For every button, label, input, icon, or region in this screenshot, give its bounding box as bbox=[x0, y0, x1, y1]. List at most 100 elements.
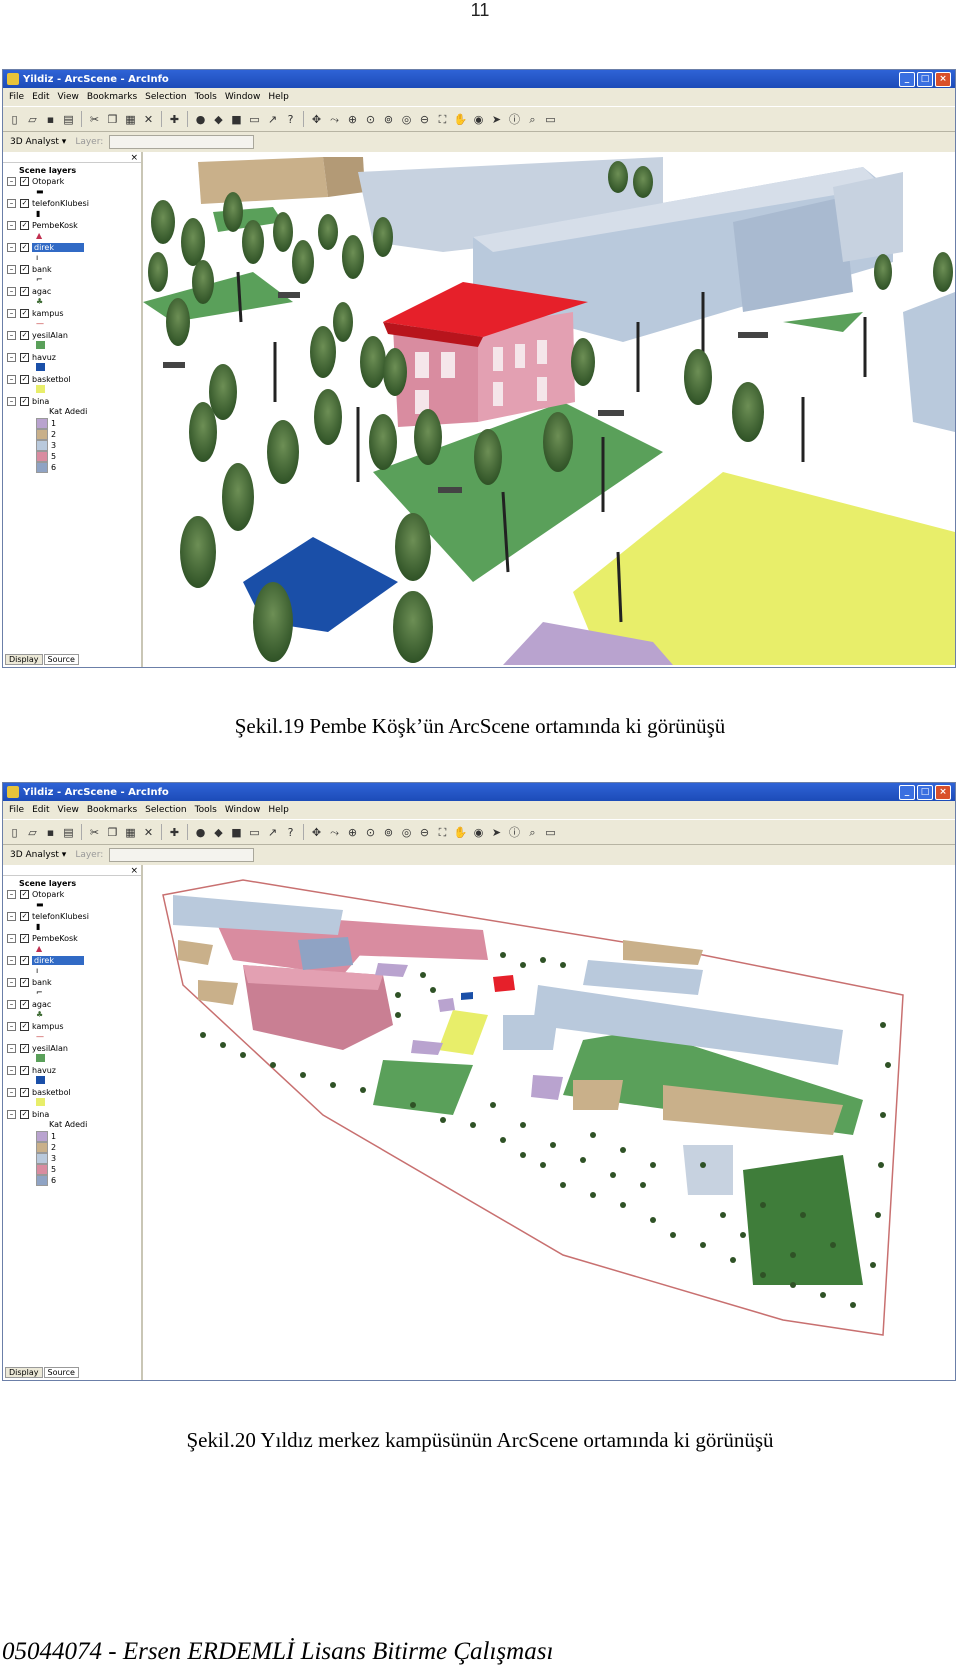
rectangle-icon[interactable]: ▭ bbox=[247, 825, 262, 840]
open-icon[interactable]: ▱ bbox=[25, 825, 40, 840]
layer-telefonklubesi[interactable]: – ✓ telefonKlubesi bbox=[3, 910, 141, 922]
print-icon[interactable]: ▤ bbox=[61, 112, 76, 127]
identify-icon[interactable]: ⓘ bbox=[507, 112, 522, 127]
delete-icon[interactable]: ✕ bbox=[141, 825, 156, 840]
tab-display[interactable]: Display bbox=[5, 654, 43, 665]
help-icon[interactable]: ? bbox=[283, 112, 298, 127]
close-button[interactable]: × bbox=[935, 71, 951, 87]
target-icon[interactable]: ⊙ bbox=[363, 112, 378, 127]
layer-otopark[interactable]: – ✓ Otopark bbox=[3, 888, 141, 900]
menu-view[interactable]: View bbox=[58, 92, 79, 102]
cut-icon[interactable]: ✂ bbox=[87, 112, 102, 127]
arrow-icon[interactable]: ↗ bbox=[265, 825, 280, 840]
globe-icon[interactable]: ● bbox=[193, 825, 208, 840]
add-data-icon[interactable]: ✚ bbox=[167, 825, 182, 840]
maximize-button[interactable]: □ bbox=[917, 71, 933, 87]
menu-bookmarks[interactable]: Bookmarks bbox=[87, 92, 137, 102]
tab-display[interactable]: Display bbox=[5, 1367, 43, 1378]
paste-icon[interactable]: ▦ bbox=[123, 825, 138, 840]
layer-agac[interactable]: – ✓ agac bbox=[3, 285, 141, 297]
open-icon[interactable]: ▱ bbox=[25, 112, 40, 127]
help-icon[interactable]: ? bbox=[283, 825, 298, 840]
3d-analyst-menu[interactable]: 3D Analyst ▾ bbox=[7, 849, 69, 861]
tab-source[interactable]: Source bbox=[43, 1367, 79, 1378]
comment-icon[interactable]: ▭ bbox=[543, 825, 558, 840]
layer-kampus[interactable]: – ✓ kampus bbox=[3, 1020, 141, 1032]
3d-analyst-menu[interactable]: 3D Analyst ▾ bbox=[7, 136, 69, 148]
new-icon[interactable]: ▯ bbox=[7, 112, 22, 127]
layer-direk[interactable]: – ✓ direk bbox=[3, 954, 141, 966]
copy-icon[interactable]: ❐ bbox=[105, 825, 120, 840]
layer-otopark[interactable]: – ✓ Otopark bbox=[3, 175, 141, 187]
toc-close-icon[interactable]: × bbox=[130, 153, 138, 163]
paste-icon[interactable]: ▦ bbox=[123, 112, 138, 127]
layer-icon[interactable]: ◆ bbox=[211, 825, 226, 840]
layer-telefonklubesi[interactable]: – ✓ telefonKlubesi bbox=[3, 197, 141, 209]
layer-pembekosk[interactable]: – ✓ PembeKosk bbox=[3, 219, 141, 231]
comment-icon[interactable]: ▭ bbox=[543, 112, 558, 127]
minimize-button[interactable]: _ bbox=[899, 71, 915, 87]
zoom-out-icon[interactable]: ⊖ bbox=[417, 825, 432, 840]
layer-direk[interactable]: – ✓ direk bbox=[3, 241, 141, 253]
layer-yesilalan[interactable]: – ✓ yesilAlan bbox=[3, 329, 141, 341]
navigate-icon[interactable]: ✥ bbox=[309, 825, 324, 840]
layer-bank[interactable]: – ✓ bank bbox=[3, 263, 141, 275]
cut-icon[interactable]: ✂ bbox=[87, 825, 102, 840]
layer-havuz[interactable]: – ✓ havuz bbox=[3, 351, 141, 363]
target-icon[interactable]: ⊙ bbox=[363, 825, 378, 840]
globe-view-icon[interactable]: ◉ bbox=[471, 112, 486, 127]
layer-bank[interactable]: – ✓ bank bbox=[3, 976, 141, 988]
layer-agac[interactable]: – ✓ agac bbox=[3, 998, 141, 1010]
select-icon[interactable]: ➤ bbox=[489, 112, 504, 127]
menu-file[interactable]: File bbox=[9, 92, 24, 102]
close-button[interactable]: × bbox=[935, 784, 951, 800]
full-extent-icon[interactable]: ⛶ bbox=[435, 825, 450, 840]
layer-bina[interactable]: – ✓ bina bbox=[3, 395, 141, 407]
print-icon[interactable]: ▤ bbox=[61, 825, 76, 840]
globe-view-icon[interactable]: ◉ bbox=[471, 825, 486, 840]
maximize-button[interactable]: □ bbox=[917, 784, 933, 800]
menu-edit[interactable]: Edit bbox=[32, 92, 49, 102]
zoom-out-icon[interactable]: ⊖ bbox=[417, 112, 432, 127]
copy-icon[interactable]: ❐ bbox=[105, 112, 120, 127]
checkbox[interactable]: ✓ bbox=[20, 176, 29, 186]
menu-window[interactable]: Window bbox=[225, 92, 261, 102]
cube-icon[interactable]: ■ bbox=[229, 112, 244, 127]
find-icon[interactable]: ⌕ bbox=[525, 825, 540, 840]
menu-help[interactable]: Help bbox=[268, 805, 289, 815]
save-icon[interactable]: ▪ bbox=[43, 825, 58, 840]
layer-bina[interactable]: – ✓ bina bbox=[3, 1108, 141, 1120]
arrow-icon[interactable]: ↗ bbox=[265, 112, 280, 127]
save-icon[interactable]: ▪ bbox=[43, 112, 58, 127]
identify-icon[interactable]: ⓘ bbox=[507, 825, 522, 840]
menu-edit[interactable]: Edit bbox=[32, 805, 49, 815]
delete-icon[interactable]: ✕ bbox=[141, 112, 156, 127]
layer-basketbol[interactable]: – ✓ basketbol bbox=[3, 1086, 141, 1098]
layer-pembekosk[interactable]: – ✓ PembeKosk bbox=[3, 932, 141, 944]
layer-dropdown[interactable] bbox=[109, 848, 255, 862]
layer-havuz[interactable]: – ✓ havuz bbox=[3, 1064, 141, 1076]
observer-icon[interactable]: ◎ bbox=[399, 825, 414, 840]
menu-bookmarks[interactable]: Bookmarks bbox=[87, 805, 137, 815]
cube-icon[interactable]: ■ bbox=[229, 825, 244, 840]
menu-window[interactable]: Window bbox=[225, 805, 261, 815]
layer-kampus[interactable]: – ✓ kampus bbox=[3, 307, 141, 319]
zoom-in-icon[interactable]: ⊕ bbox=[345, 825, 360, 840]
full-extent-icon[interactable]: ⛶ bbox=[435, 112, 450, 127]
layer-dropdown[interactable] bbox=[109, 135, 255, 149]
select-icon[interactable]: ➤ bbox=[489, 825, 504, 840]
layer-basketbol[interactable]: – ✓ basketbol bbox=[3, 373, 141, 385]
pan-icon[interactable]: ✋ bbox=[453, 825, 468, 840]
toc-close-icon[interactable]: × bbox=[130, 866, 138, 876]
3d-scene-view-closeup[interactable] bbox=[143, 152, 955, 667]
rectangle-icon[interactable]: ▭ bbox=[247, 112, 262, 127]
layer-yesilalan[interactable]: – ✓ yesilAlan bbox=[3, 1042, 141, 1054]
pan-icon[interactable]: ✋ bbox=[453, 112, 468, 127]
zoom-target-icon[interactable]: ⊚ bbox=[381, 112, 396, 127]
menu-selection[interactable]: Selection bbox=[145, 92, 186, 102]
tab-source[interactable]: Source bbox=[43, 654, 79, 665]
minimize-button[interactable]: _ bbox=[899, 784, 915, 800]
menu-help[interactable]: Help bbox=[268, 92, 289, 102]
menu-view[interactable]: View bbox=[58, 805, 79, 815]
new-icon[interactable]: ▯ bbox=[7, 825, 22, 840]
